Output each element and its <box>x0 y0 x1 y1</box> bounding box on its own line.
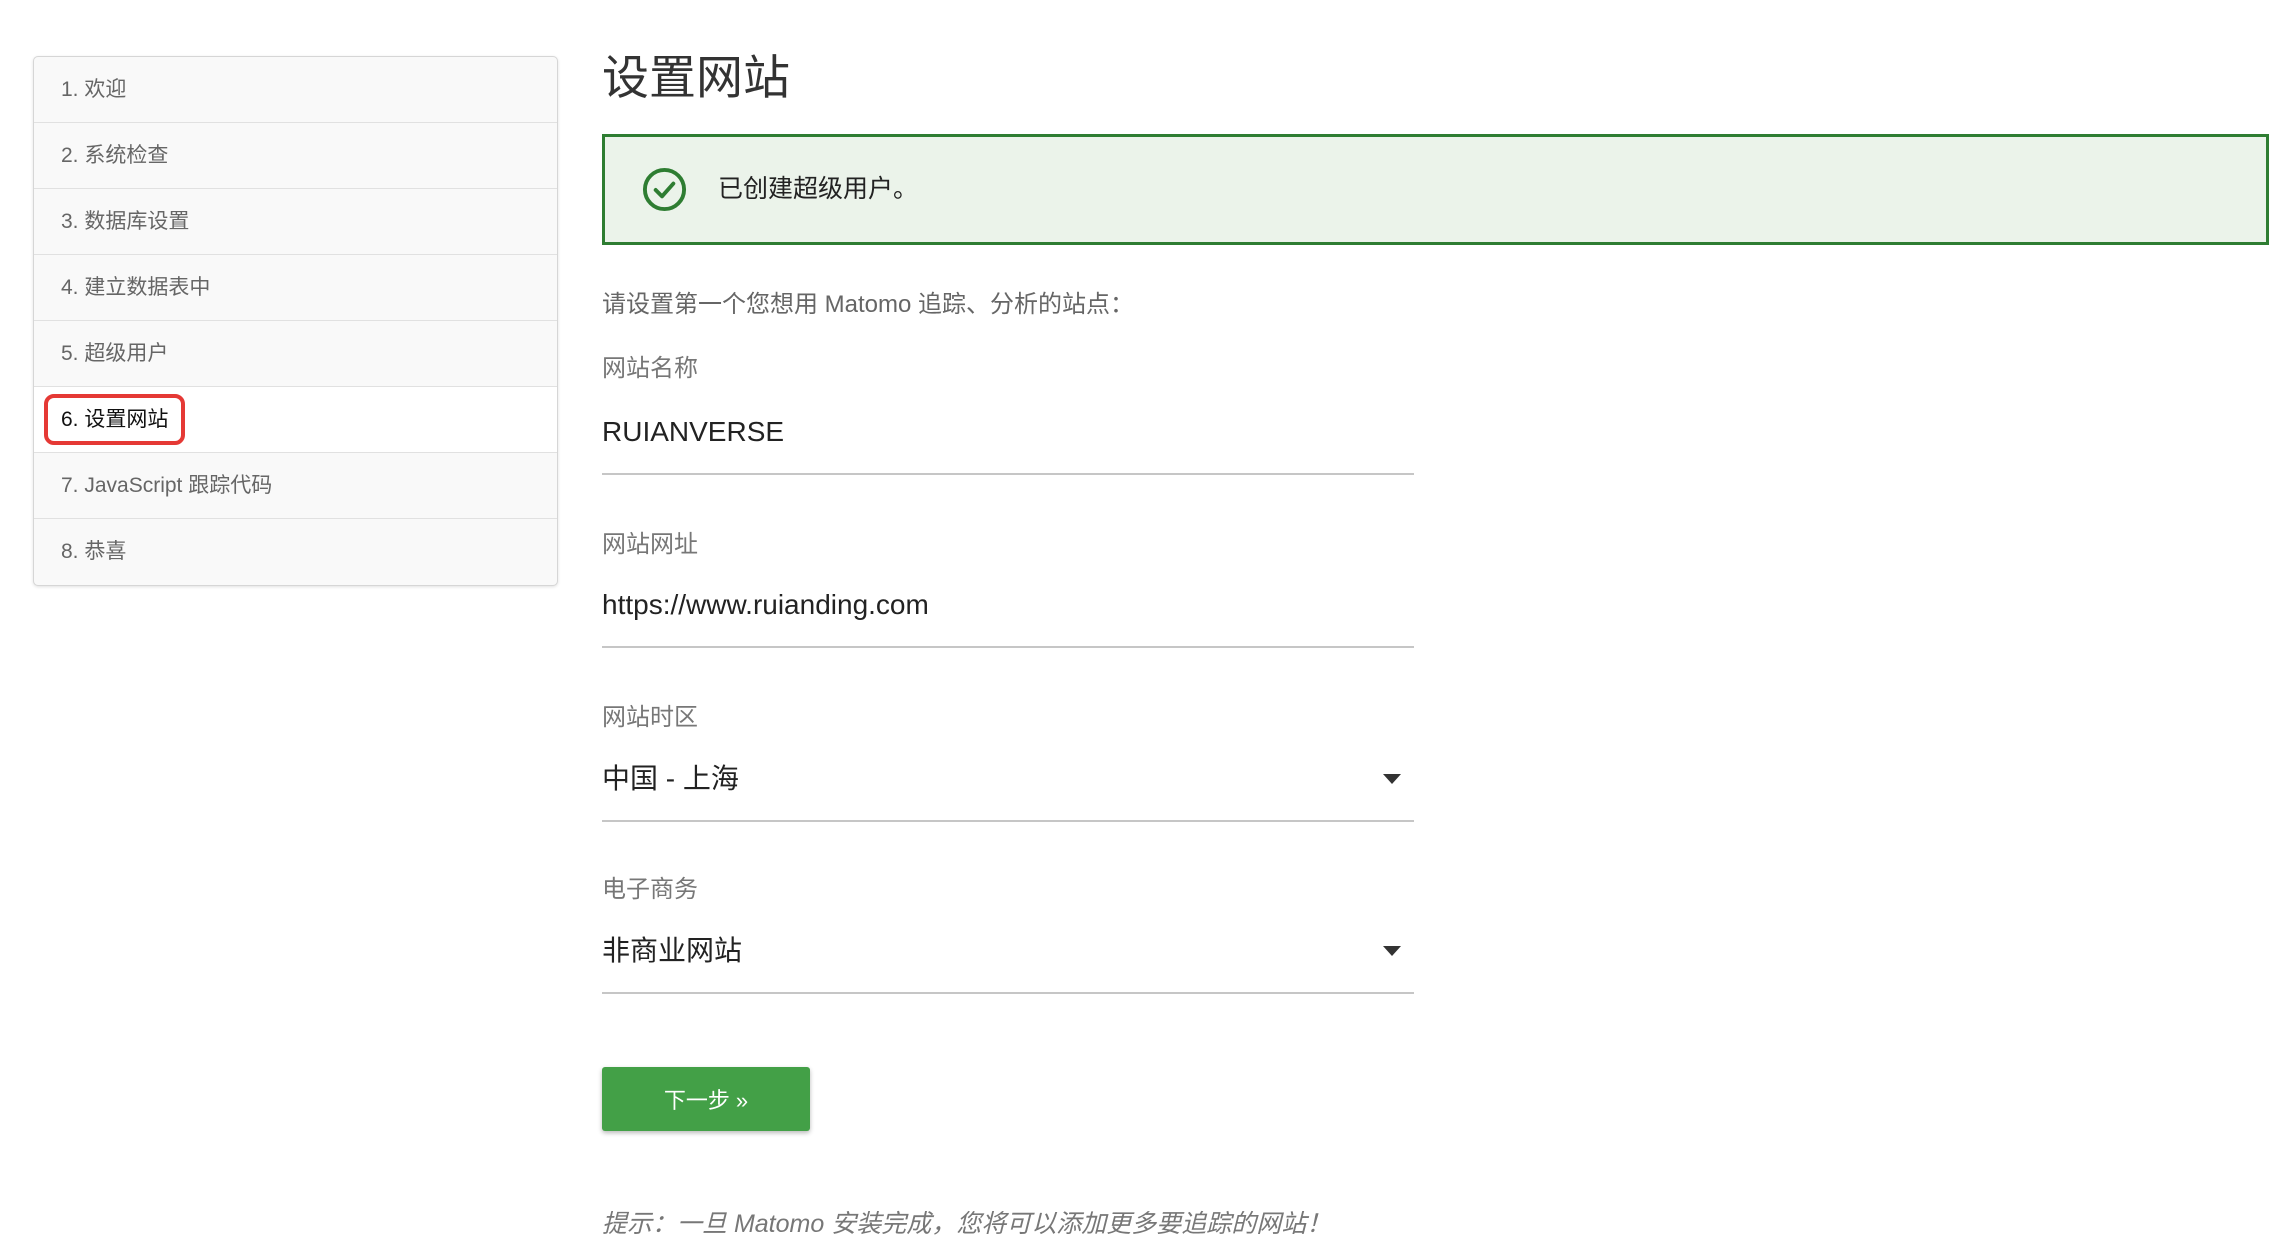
site-name-label: 网站名称 <box>602 355 698 382</box>
check-circle-icon <box>642 167 687 212</box>
caret-down-icon <box>1383 774 1401 784</box>
sidebar-step-database-setup: 3. 数据库设置 <box>34 189 557 255</box>
timezone-select[interactable]: 中国 - 上海 <box>602 759 1414 822</box>
site-name-field-wrapper <box>602 412 1414 475</box>
timezone-label: 网站时区 <box>602 704 698 731</box>
page-title: 设置网站 <box>602 51 790 104</box>
ecommerce-label: 电子商务 <box>602 876 698 903</box>
ecommerce-selected-value: 非商业网站 <box>602 935 743 966</box>
sidebar-step-tracking-code: 7. JavaScript 跟踪代码 <box>34 453 557 519</box>
sidebar-step-label: 6. 设置网站 <box>44 394 186 445</box>
next-button[interactable]: 下一步 » <box>602 1067 810 1131</box>
sidebar-step-label: 2. 系统检查 <box>61 144 169 167</box>
sidebar-step-creating-tables: 4. 建立数据表中 <box>34 255 557 321</box>
sidebar-step-label: 4. 建立数据表中 <box>61 276 211 299</box>
installation-steps-sidebar: 1. 欢迎 2. 系统检查 3. 数据库设置 4. 建立数据表中 5. 超级用户… <box>33 56 558 586</box>
sidebar-step-label: 1. 欢迎 <box>61 78 127 101</box>
success-notification: 已创建超级用户。 <box>602 134 2269 245</box>
sidebar-step-label: 7. JavaScript 跟踪代码 <box>61 474 273 497</box>
sidebar-step-superuser: 5. 超级用户 <box>34 321 557 387</box>
site-url-input[interactable] <box>602 585 1414 625</box>
notification-text: 已创建超级用户。 <box>718 175 919 203</box>
site-url-label: 网站网址 <box>602 531 698 558</box>
intro-text: 请设置第一个您想用 Matomo 追踪、分析的站点： <box>602 291 1135 318</box>
site-url-field-wrapper <box>602 585 1414 648</box>
site-name-input[interactable] <box>602 412 1414 452</box>
sidebar-step-congratulations: 8. 恭喜 <box>34 519 557 585</box>
ecommerce-select[interactable]: 非商业网站 <box>602 931 1414 994</box>
sidebar-step-label: 8. 恭喜 <box>61 540 127 563</box>
sidebar-step-welcome: 1. 欢迎 <box>34 57 557 123</box>
sidebar-step-system-check: 2. 系统检查 <box>34 123 557 189</box>
caret-down-icon <box>1383 946 1401 956</box>
sidebar-step-setup-website: 6. 设置网站 <box>34 387 557 453</box>
sidebar-step-label: 3. 数据库设置 <box>61 210 190 233</box>
sidebar-step-label: 5. 超级用户 <box>61 342 169 365</box>
timezone-selected-value: 中国 - 上海 <box>602 763 739 794</box>
hint-text: 提示：一旦 Matomo 安装完成，您将可以添加更多要追踪的网站！ <box>602 1210 1332 1238</box>
